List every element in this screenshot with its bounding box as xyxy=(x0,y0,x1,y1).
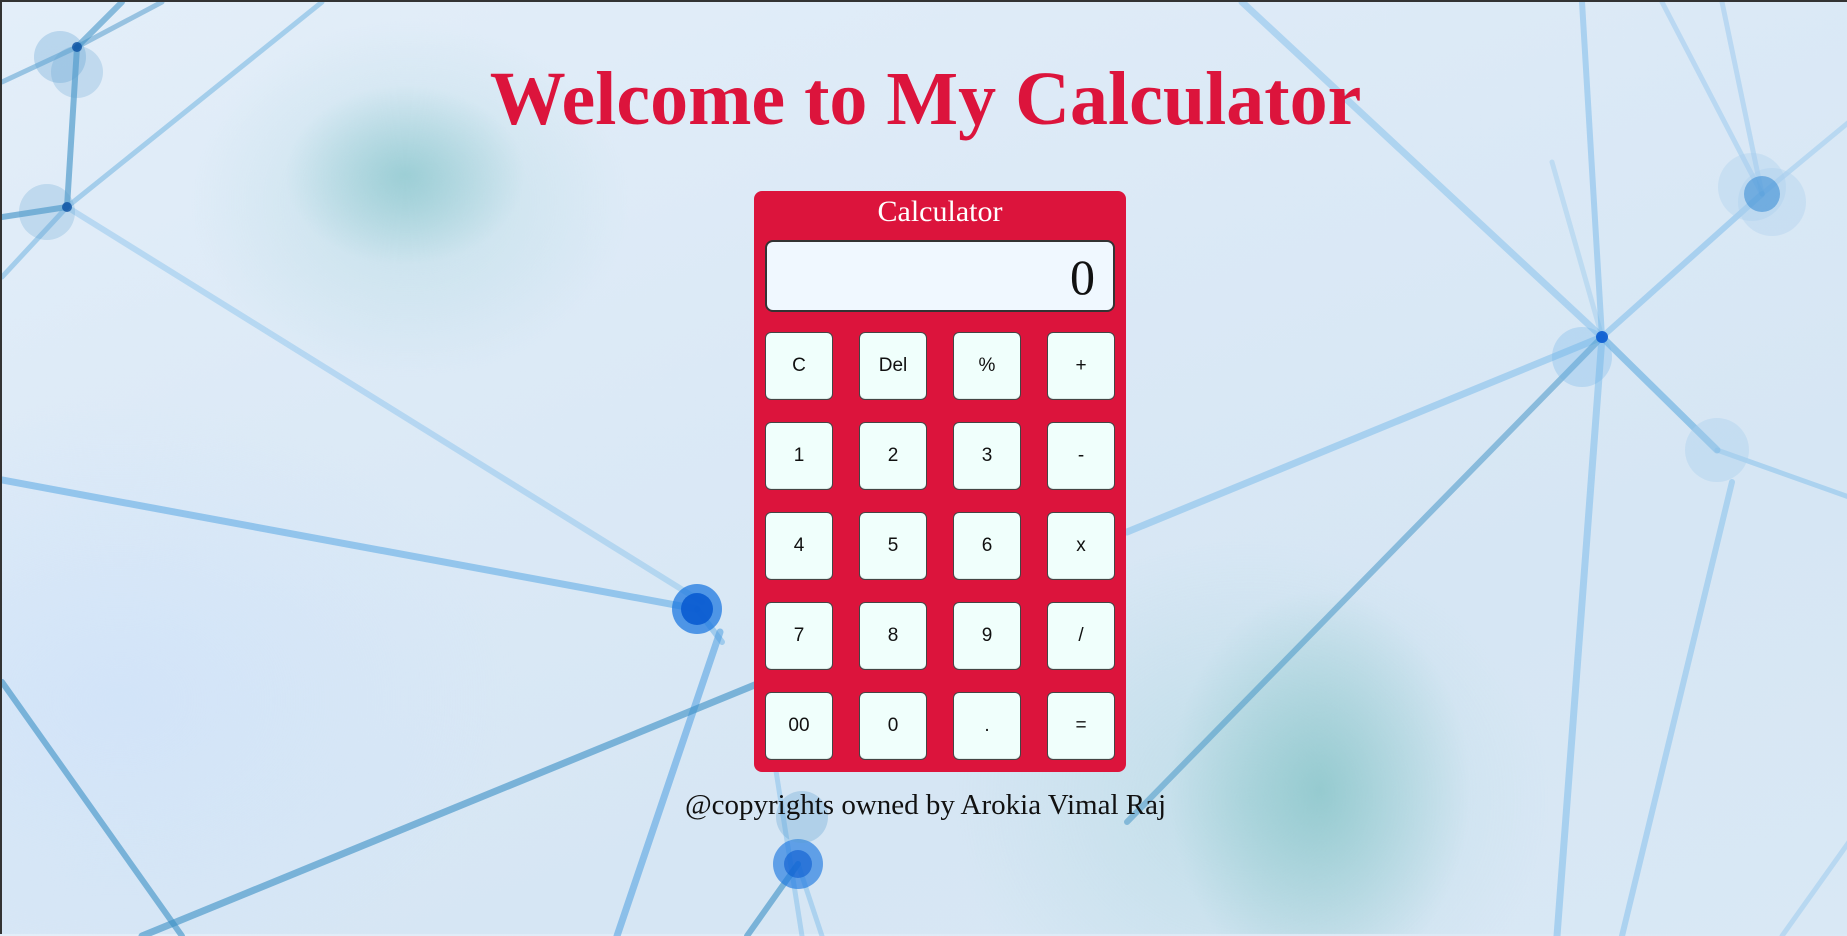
key-9[interactable]: 9 xyxy=(953,602,1021,670)
key-8[interactable]: 8 xyxy=(859,602,927,670)
key-clear[interactable]: C xyxy=(765,332,833,400)
key-4[interactable]: 4 xyxy=(765,512,833,580)
copyright-footer: @copyrights owned by Arokia Vimal Raj xyxy=(684,789,1167,821)
key-percent[interactable]: % xyxy=(953,332,1021,400)
key-5[interactable]: 5 xyxy=(859,512,927,580)
page-title: Welcome to My Calculator xyxy=(489,57,1362,141)
key-divide[interactable]: / xyxy=(1047,602,1115,670)
key-6[interactable]: 6 xyxy=(953,512,1021,580)
calculator-title: Calculator xyxy=(877,195,1003,228)
key-0[interactable]: 0 xyxy=(859,692,927,760)
key-multiply[interactable]: x xyxy=(1047,512,1115,580)
key-plus[interactable]: + xyxy=(1047,332,1115,400)
key-equals[interactable]: = xyxy=(1047,692,1115,760)
calculator-display[interactable]: 0 xyxy=(765,240,1115,312)
key-3[interactable]: 3 xyxy=(953,422,1021,490)
key-decimal[interactable]: . xyxy=(953,692,1021,760)
key-delete[interactable]: Del xyxy=(859,332,927,400)
calculator: Calculator 0 C Del % + 1 2 3 - 4 5 6 x 7… xyxy=(754,191,1126,772)
key-double-zero[interactable]: 00 xyxy=(765,692,833,760)
key-minus[interactable]: - xyxy=(1047,422,1115,490)
key-1[interactable]: 1 xyxy=(765,422,833,490)
key-7[interactable]: 7 xyxy=(765,602,833,670)
keypad: C Del % + 1 2 3 - 4 5 6 x 7 8 9 / 00 0 .… xyxy=(765,332,1115,760)
key-2[interactable]: 2 xyxy=(859,422,927,490)
